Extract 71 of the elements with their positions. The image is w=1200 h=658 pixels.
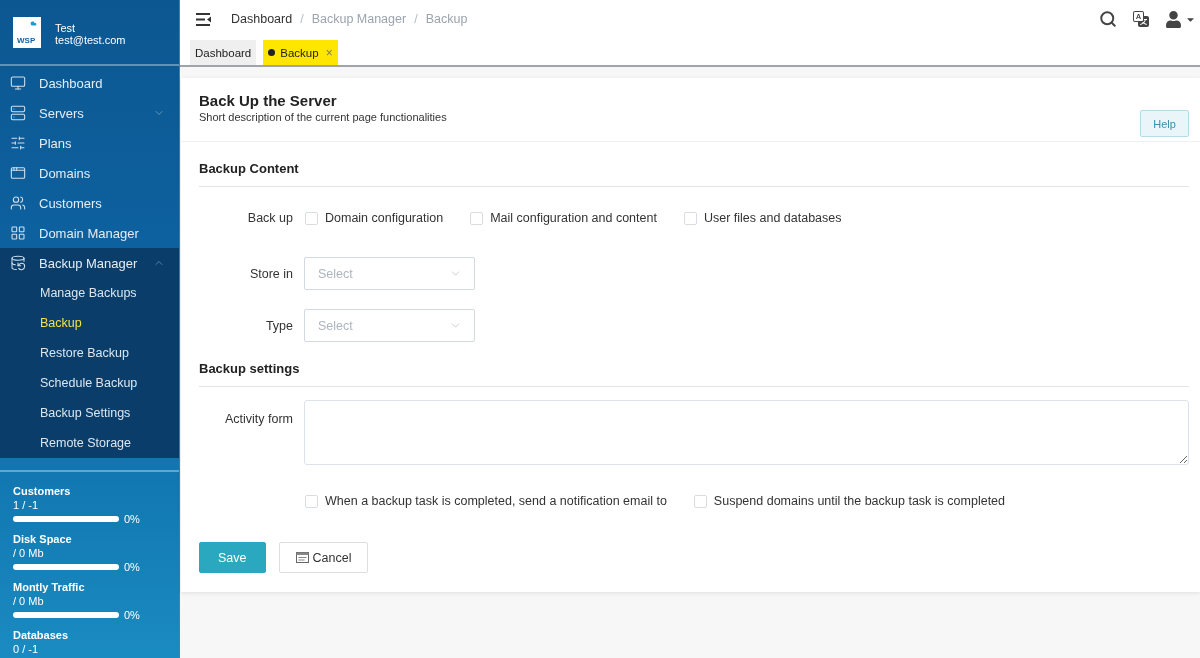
- server-icon: [10, 105, 26, 121]
- user-name: Test: [55, 22, 77, 34]
- checkbox[interactable]: [305, 211, 318, 225]
- page-title: Back Up the Server: [199, 92, 337, 110]
- checkbox-label: When a backup task is completed, send a notification email to: [325, 493, 667, 510]
- field-label: Store in: [249, 265, 293, 283]
- cloud-icon: [29, 20, 38, 27]
- section-title: Backup Content: [199, 160, 299, 178]
- cancel-button[interactable]: Cancel: [278, 542, 369, 573]
- menu-item[interactable]: Dashboard: [0, 68, 179, 98]
- breadcrumb-separator: /: [300, 12, 304, 26]
- checkbox[interactable]: [683, 211, 697, 225]
- window-icon: [10, 165, 26, 181]
- close-button[interactable]: ×: [325, 45, 333, 60]
- submenu-item[interactable]: Backup: [0, 308, 179, 338]
- menu-icon[interactable]: [196, 12, 211, 26]
- breadcrumb-text: Backup Manager: [311, 12, 407, 26]
- checkbox-label: Mail configuration and content: [490, 210, 657, 227]
- monitor-icon: [10, 75, 26, 91]
- menu-item[interactable]: Domains: [0, 158, 179, 188]
- logo-text: WSP: [17, 37, 37, 45]
- field-label: Activity form: [224, 411, 293, 428]
- menu-item[interactable]: Plans: [0, 128, 179, 158]
- dot-icon: [268, 49, 276, 56]
- usage-percent: 0%: [124, 512, 140, 526]
- usage-value: / 0 Mb: [13, 594, 44, 608]
- usage-value: 1 / -1: [13, 498, 39, 512]
- checkbox[interactable]: [305, 494, 318, 508]
- database-icon: [10, 255, 26, 271]
- field-label: Back up: [247, 210, 293, 227]
- checkbox-label: User files and databases: [703, 210, 842, 227]
- submenu-item[interactable]: Schedule Backup: [0, 368, 179, 398]
- user-menu-button[interactable]: [1165, 10, 1196, 28]
- text-area-field[interactable]: [304, 400, 1189, 465]
- file-icon: [295, 552, 309, 563]
- tab[interactable]: Backup ×: [263, 40, 338, 65]
- usage-value: 0 / -1: [13, 642, 39, 656]
- grid-icon: [10, 225, 26, 241]
- checkbox-label: Suspend domains until the backup task is completed: [713, 493, 1005, 510]
- sliders-icon: [10, 135, 26, 151]
- help-button[interactable]: Help: [1140, 110, 1189, 137]
- tab[interactable]: Dashboard: [190, 40, 257, 65]
- breadcrumb-separator: /: [414, 12, 418, 26]
- checkbox[interactable]: [693, 494, 707, 508]
- page-description: Short description of the current page functionalities: [199, 110, 447, 124]
- usage-percent: 0%: [124, 608, 140, 622]
- usage-label: Databases: [13, 628, 69, 642]
- usage-value: / 0 Mb: [13, 546, 44, 560]
- breadcrumb-link[interactable]: Dashboard: [231, 12, 293, 26]
- submenu-item[interactable]: Backup Settings: [0, 398, 179, 428]
- menu-item[interactable]: Customers: [0, 188, 179, 218]
- submenu-item[interactable]: Restore Backup: [0, 338, 179, 368]
- usage-label: Customers: [13, 484, 71, 498]
- users-icon: [10, 195, 26, 211]
- section-title: Backup settings: [199, 360, 300, 378]
- user-email: test@test.com: [55, 34, 126, 46]
- submenu-item[interactable]: Remote Storage: [0, 428, 179, 458]
- search-icon[interactable]: [1099, 10, 1117, 28]
- menu-item[interactable]: Domain Manager: [0, 218, 179, 248]
- usage-label: Disk Space: [13, 532, 72, 546]
- translate-icon[interactable]: [1133, 11, 1149, 27]
- menu-item[interactable]: Backup Manager: [0, 248, 179, 278]
- field-label: Type: [265, 317, 293, 335]
- submenu-item[interactable]: Manage Backups: [0, 278, 179, 308]
- breadcrumb-text: Backup: [425, 12, 468, 26]
- user-icon: [1165, 10, 1182, 28]
- usage-percent: 0%: [124, 560, 140, 574]
- usage-label: Montly Traffic: [13, 580, 85, 594]
- checkbox-label: Domain configuration: [325, 210, 444, 227]
- menu-item[interactable]: Servers: [0, 98, 179, 128]
- checkbox[interactable]: [470, 211, 484, 225]
